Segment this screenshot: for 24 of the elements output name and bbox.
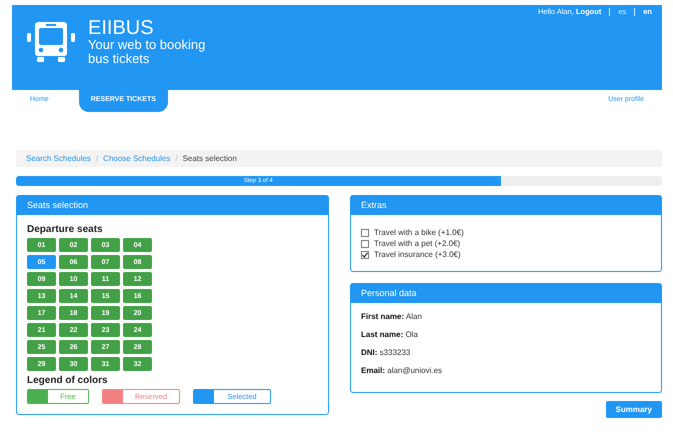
checkbox[interactable] <box>361 240 369 248</box>
option-label: Travel insurance (+3.0€) <box>374 250 461 259</box>
data-field: DNI: s333233 <box>361 348 651 357</box>
data-field: Email: alan@uniovi.es <box>361 366 651 375</box>
panel-title: Extras <box>351 196 661 215</box>
breadcrumb-link[interactable]: Choose Schedules <box>103 154 170 163</box>
panel-title: Personal data <box>351 284 661 303</box>
panel-title: Seats selection <box>17 196 328 215</box>
section-heading: Departure seats <box>27 224 104 235</box>
breadcrumb-separator: / <box>175 154 178 163</box>
bus-icon <box>26 21 76 63</box>
option-label: Travel with a pet (+2.0€) <box>374 239 460 248</box>
data-field: First name: Alan <box>361 312 651 321</box>
checkbox[interactable] <box>361 250 369 258</box>
section-heading: Legend of colors <box>27 375 109 386</box>
breadcrumb-separator: / <box>96 154 98 163</box>
breadcrumb-current: Seats selection <box>182 154 237 163</box>
checkbox[interactable] <box>361 228 369 236</box>
breadcrumb-link[interactable]: Search Schedules <box>26 154 91 163</box>
site-title: EIIBUS <box>88 18 155 38</box>
data-field: Last name: Ola <box>361 330 651 339</box>
site-tagline: Your web to booking bus tickets <box>88 38 206 66</box>
option-label: Travel with a bike (+1.0€) <box>374 228 464 237</box>
summary-button[interactable]: Summary <box>606 401 662 418</box>
